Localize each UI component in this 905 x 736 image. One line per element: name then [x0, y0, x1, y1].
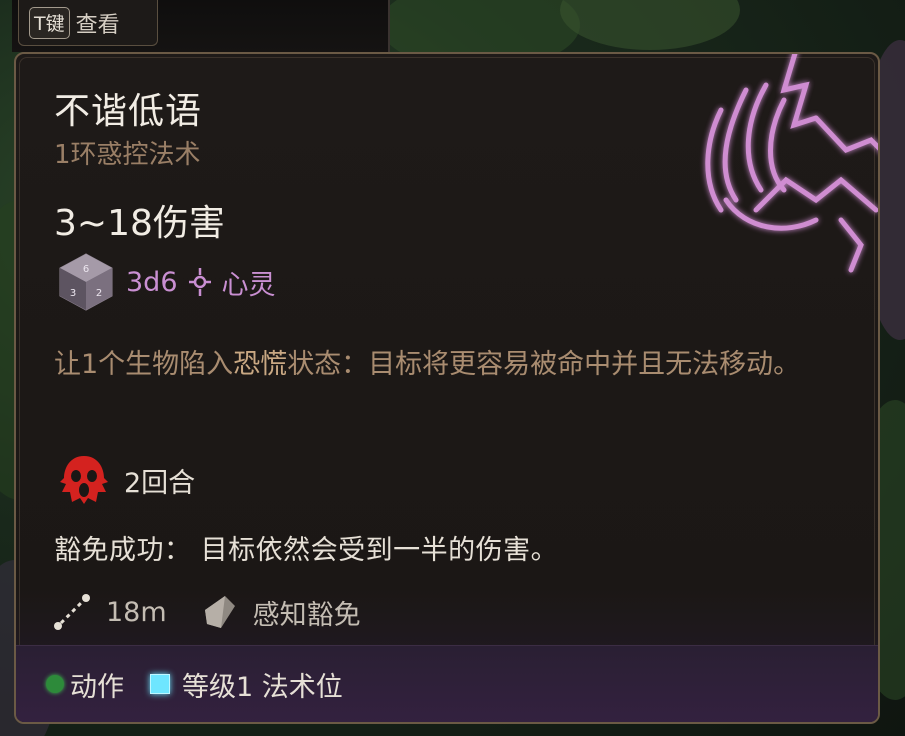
svg-text:2: 2 [96, 288, 102, 299]
description-text-after: 状态：目标将更容易被命中并且无法移动。 [287, 349, 801, 380]
dice-icon: 6 3 2 [59, 253, 113, 311]
duration-value: 2回合 [124, 467, 196, 499]
save-type: 感知豁免 [252, 599, 361, 631]
spell-title: 不谐低语 [54, 91, 203, 132]
condition-link-frightened[interactable]: 恐慌 [233, 349, 287, 380]
spell-slot-cost: 等级1 法术位 [150, 665, 343, 704]
svg-text:6: 6 [83, 264, 89, 275]
save-shield-icon [204, 596, 235, 628]
inspect-hint[interactable]: T键 查看 [18, 0, 158, 46]
damage-dice-row: 6 3 2 3d6 心灵 [56, 250, 276, 314]
range-icon [54, 594, 90, 630]
spell-slot-label: 等级1 法术位 [182, 671, 343, 703]
spell-slot-icon [150, 674, 170, 694]
action-dot-icon [46, 675, 64, 693]
duration-row: 2回合 [56, 452, 195, 508]
psychic-icon [188, 268, 211, 296]
damage-range: 3~18伤害 [54, 203, 225, 244]
keycap-t: T键 [29, 6, 70, 39]
save-success-text: 豁免成功： 目标依然会受到一半的伤害。 [54, 535, 559, 566]
inspect-label: 查看 [75, 12, 120, 38]
spell-art-icon [705, 54, 878, 273]
dice-value: 3d6 [126, 266, 178, 298]
range-row: 18m 感知豁免 [52, 592, 361, 632]
action-label: 动作 [70, 671, 124, 703]
description-text-before: 让1个生物陷入 [54, 349, 234, 380]
cost-footer: 动作 等级1 法术位 [16, 645, 878, 722]
action-cost: 动作 [46, 665, 124, 704]
spell-tooltip: 不谐低语 1环惑控法术 3~18伤害 6 3 2 3d6 心灵 让1个生物陷入恐… [14, 52, 880, 724]
range-value: 18m [106, 596, 167, 628]
frightened-icon [60, 456, 108, 504]
damage-type: 心灵 [221, 269, 276, 301]
spell-level-school: 1环惑控法术 [54, 140, 201, 170]
svg-text:3: 3 [70, 288, 76, 299]
spell-description: 让1个生物陷入恐慌状态：目标将更容易被命中并且无法移动。 [54, 344, 854, 386]
